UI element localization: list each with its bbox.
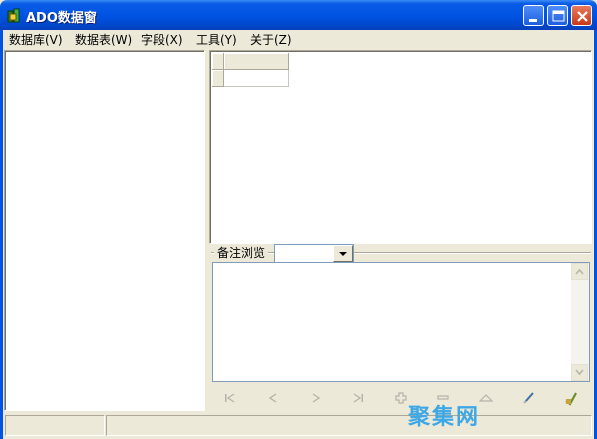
insert-record-icon bbox=[395, 392, 407, 404]
cancel-edit-button[interactable] bbox=[560, 388, 582, 408]
scroll-down-icon bbox=[575, 369, 584, 376]
grid-cell[interactable] bbox=[224, 70, 289, 87]
next-record-button[interactable] bbox=[305, 388, 327, 408]
next-record-icon bbox=[312, 393, 321, 403]
memo-field-dropdown-button[interactable] bbox=[333, 245, 353, 262]
memo-browse-label: 备注浏览 bbox=[214, 246, 269, 260]
status-panel-1 bbox=[5, 415, 105, 436]
ado-database-icon[interactable] bbox=[6, 8, 22, 24]
first-record-button[interactable] bbox=[219, 388, 241, 408]
menu-about[interactable]: 关于(Z) bbox=[250, 32, 292, 48]
memo-text-area[interactable] bbox=[212, 262, 590, 382]
scroll-up-icon bbox=[575, 268, 584, 275]
menu-field[interactable]: 字段(X) bbox=[141, 32, 183, 48]
chevron-down-icon bbox=[339, 252, 347, 256]
prior-record-icon bbox=[268, 393, 277, 403]
close-icon bbox=[577, 11, 588, 22]
scroll-down-button[interactable] bbox=[571, 364, 588, 381]
cancel-edit-icon bbox=[565, 392, 577, 406]
last-record-button[interactable] bbox=[347, 388, 369, 408]
minimize-icon bbox=[529, 19, 537, 22]
maximize-button[interactable] bbox=[547, 5, 568, 26]
grid-row-indicator[interactable] bbox=[212, 70, 224, 87]
scroll-up-button[interactable] bbox=[571, 263, 588, 280]
menu-table[interactable]: 数据表(W) bbox=[75, 32, 132, 48]
prior-record-button[interactable] bbox=[262, 388, 284, 408]
post-edit-icon bbox=[523, 392, 534, 404]
grid-column-header[interactable] bbox=[224, 53, 289, 70]
last-record-icon bbox=[353, 393, 363, 403]
post-edit-button[interactable] bbox=[518, 388, 540, 408]
database-tree-view[interactable] bbox=[4, 50, 205, 411]
menu-tools[interactable]: 工具(Y) bbox=[196, 32, 237, 48]
window-frame-left bbox=[0, 30, 3, 439]
grid-corner-header[interactable] bbox=[212, 53, 224, 70]
maximize-icon bbox=[552, 10, 565, 22]
menu-database[interactable]: 数据库(V) bbox=[9, 32, 63, 48]
window-title: ADO数据窗 bbox=[26, 11, 97, 26]
minimize-button[interactable] bbox=[523, 5, 544, 26]
site-watermark: 聚集网 bbox=[408, 405, 481, 430]
first-record-icon bbox=[225, 393, 235, 403]
close-button[interactable] bbox=[571, 5, 592, 26]
